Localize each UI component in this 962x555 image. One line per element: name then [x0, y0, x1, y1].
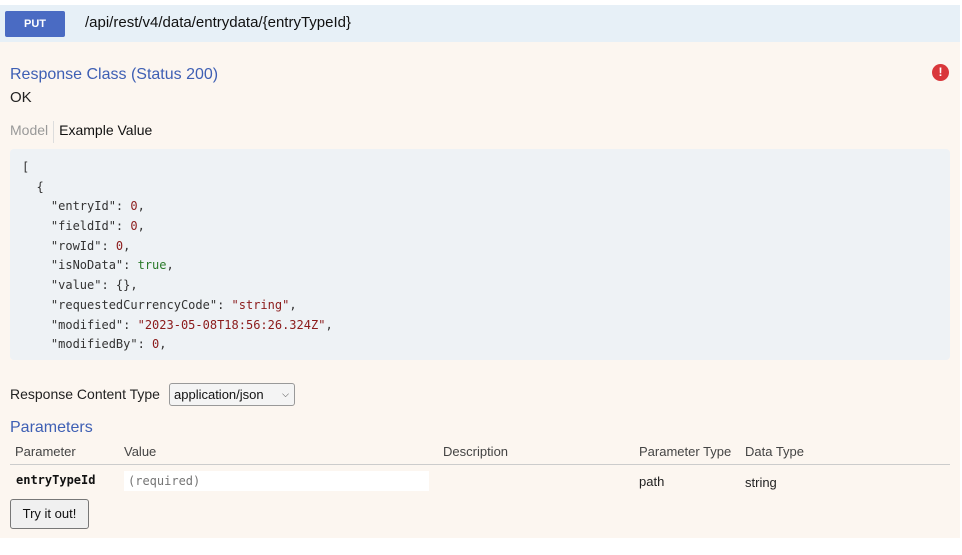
code-line: { [22, 179, 44, 194]
code-line: "rowId": 0, [22, 238, 131, 253]
response-content-type-label: Response Content Type [10, 386, 160, 402]
content-type-selected-value: application/json [174, 387, 264, 402]
response-status-text: OK [10, 89, 32, 106]
code-line: "isNoData": true, [22, 258, 174, 273]
exclamation-circle-icon[interactable]: ! [932, 64, 949, 81]
code-line: "modified": "2023-05-08T18:56:26.324Z", [22, 317, 333, 332]
code-line: "requestedCurrencyCode": "string", [22, 297, 297, 312]
http-method-badge[interactable]: PUT [5, 11, 65, 37]
operation-header[interactable]: PUT /api/rest/v4/data/entrydata/{entryTy… [0, 5, 960, 42]
column-header-description: Description [443, 444, 509, 459]
example-value-code[interactable]: [ { "entryId": 0, "fieldId": 0, "rowId":… [10, 149, 950, 360]
response-content-type-select[interactable]: application/json ⌵ [169, 383, 295, 406]
code-line: "entryId": 0, [22, 199, 145, 214]
tab-example-value[interactable]: Example Value [54, 121, 152, 139]
code-line: [ [22, 160, 30, 174]
tab-model[interactable]: Model [10, 121, 55, 143]
code-line: "fieldId": 0, [22, 219, 145, 234]
try-it-out-button[interactable]: Try it out! [10, 499, 89, 529]
parameters-heading: Parameters [10, 419, 93, 436]
parameter-type: path [639, 474, 665, 489]
chevron-down-icon: ⌵ [282, 389, 289, 399]
operation-body: Response Class (Status 200) ! OK Model Ex… [0, 42, 960, 538]
endpoint-path[interactable]: /api/rest/v4/data/entrydata/{entryTypeId… [85, 14, 351, 31]
column-header-parameter-type: Parameter Type [639, 444, 732, 459]
column-header-value: Value [124, 444, 157, 459]
column-header-parameter: Parameter [15, 444, 76, 459]
code-line: "value": {}, [22, 278, 138, 293]
column-header-data-type: Data Type [745, 444, 805, 459]
parameter-name: entryTypeId [16, 473, 96, 487]
response-class-heading: Response Class (Status 200) [10, 66, 219, 83]
model-tabs: Model Example Value [10, 121, 152, 143]
entry-type-id-input[interactable] [124, 471, 429, 491]
code-line: "modifiedBy": 0, [22, 337, 167, 352]
parameter-data-type: string [745, 475, 777, 490]
header-divider [10, 464, 950, 465]
